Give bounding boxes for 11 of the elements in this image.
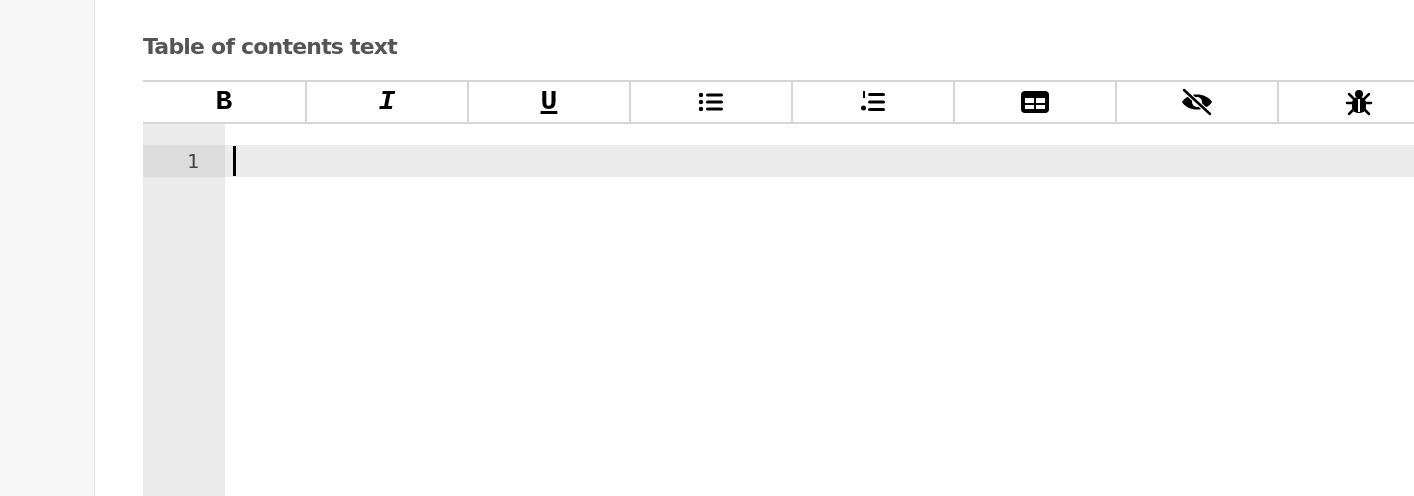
bold-button[interactable]: B (215, 88, 233, 116)
numbered-list-button[interactable] (860, 90, 886, 114)
text-cursor (233, 146, 236, 176)
bug-button[interactable] (1345, 88, 1373, 116)
eye-slash-button[interactable] (1180, 88, 1214, 116)
underline-button[interactable]: U (540, 88, 558, 116)
line-number: 1 (143, 145, 225, 177)
table-button[interactable] (1021, 91, 1049, 113)
field-label: Table of contents text (143, 34, 399, 61)
bullet-list-button[interactable] (698, 91, 724, 113)
italic-button[interactable]: I (378, 88, 396, 116)
